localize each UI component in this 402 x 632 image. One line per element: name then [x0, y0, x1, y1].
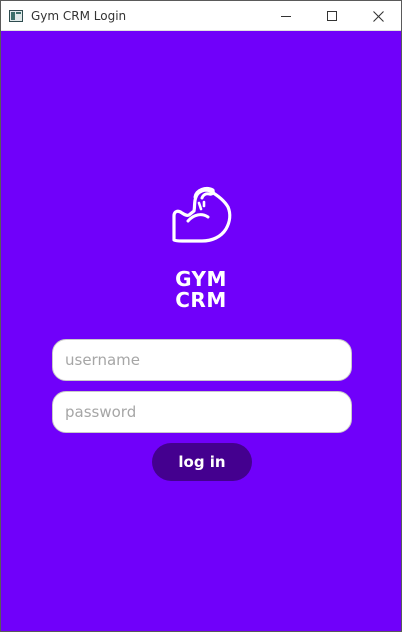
- close-button[interactable]: [355, 1, 401, 31]
- minimize-button[interactable]: [263, 1, 309, 31]
- title-bar[interactable]: Gym CRM Login: [1, 1, 401, 31]
- maximize-icon: [327, 11, 337, 21]
- password-input[interactable]: [52, 391, 352, 433]
- username-input[interactable]: [52, 339, 352, 381]
- close-icon: [372, 10, 384, 22]
- login-window: Gym CRM Login GYM CRM log in: [0, 0, 402, 632]
- maximize-button[interactable]: [309, 1, 355, 31]
- app-window-icon: [9, 10, 23, 22]
- app-name-line1: GYM: [175, 267, 227, 291]
- flexed-bicep-icon: [172, 186, 232, 243]
- window-title: Gym CRM Login: [31, 9, 127, 23]
- app-name-line2: CRM: [175, 288, 227, 312]
- minimize-icon: [281, 15, 291, 17]
- app-name: GYM CRM: [1, 269, 401, 311]
- login-button[interactable]: log in: [152, 443, 252, 481]
